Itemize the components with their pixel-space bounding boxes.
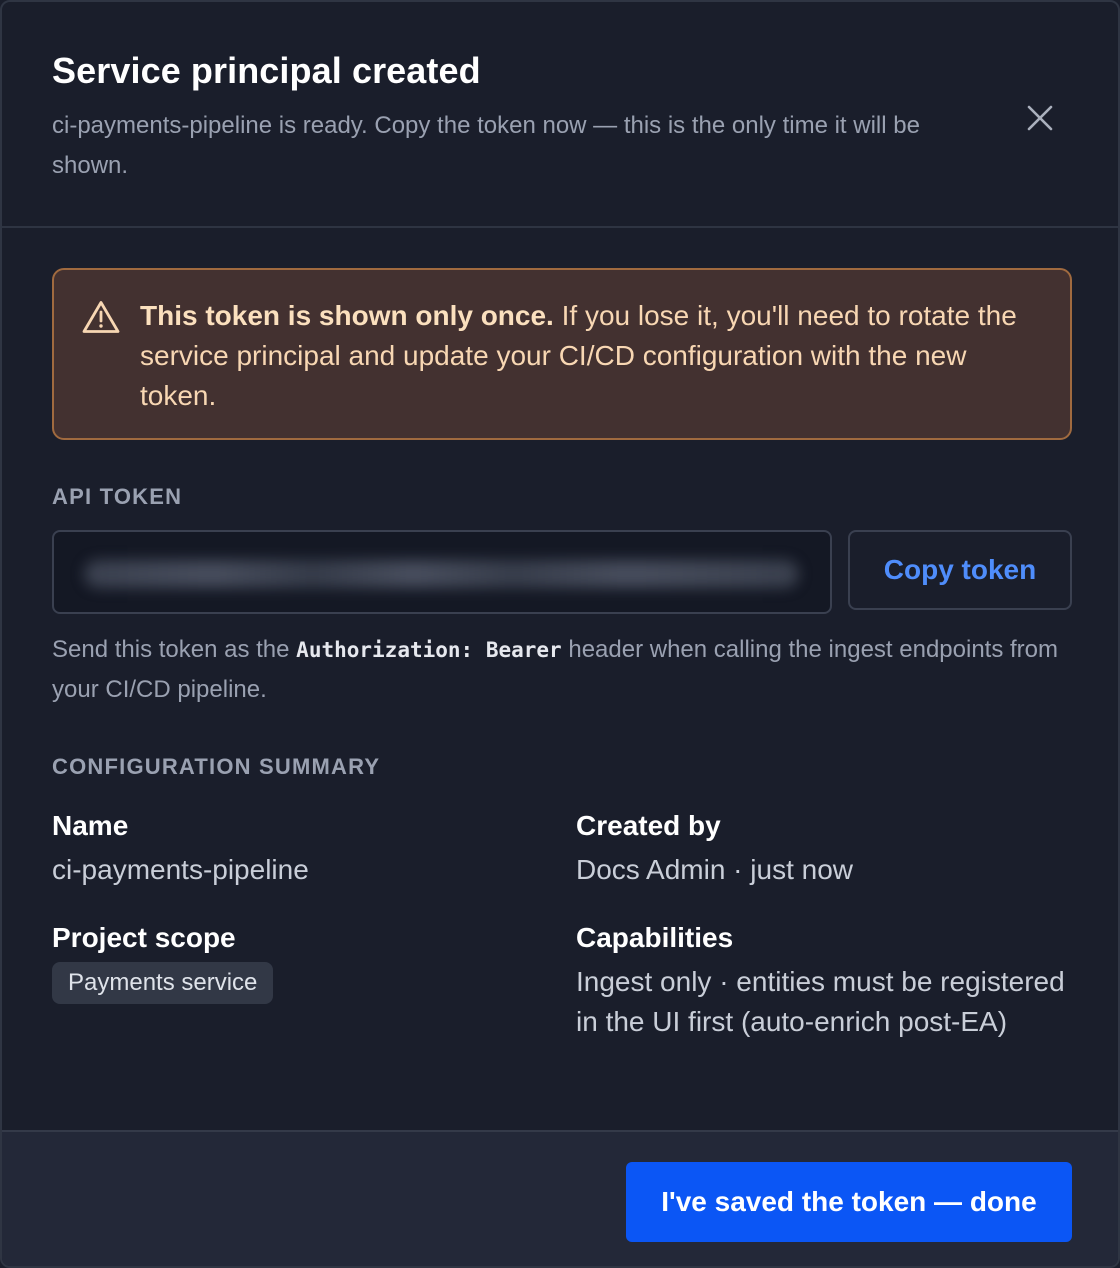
project-scope-chip: Payments service — [52, 962, 274, 1004]
warning-triangle-icon — [82, 301, 120, 333]
warning-strong: This token is shown only once. — [140, 300, 554, 331]
created-by-label: Created by — [576, 810, 721, 841]
close-icon — [1027, 105, 1053, 131]
name-label: Name — [52, 810, 129, 841]
api-token-label: API TOKEN — [52, 484, 183, 509]
api-token-field[interactable]: •••••••••••••••••••••••••••••••••••••••• — [52, 530, 832, 614]
warning-banner: This token is shown only once. If you lo… — [52, 268, 1072, 440]
modal-footer: I've saved the token — done — [2, 1130, 1118, 1266]
configuration-summary-label: CONFIGURATION SUMMARY — [52, 754, 381, 779]
name-value: ci-payments-pipeline — [52, 854, 309, 885]
done-button[interactable]: I've saved the token — done — [626, 1162, 1072, 1242]
capabilities-label: Capabilities — [576, 922, 734, 953]
close-button[interactable] — [1016, 94, 1064, 142]
token-value: •••••••••••••••••••••••••••••••••••••••• — [84, 556, 420, 584]
token-hint: Send this token as the Authorization: Be… — [52, 630, 1082, 710]
modal-subtitle: ci-payments-pipeline is ready. Copy the … — [52, 112, 920, 179]
project-scope-label: Project scope — [52, 922, 236, 953]
warning-text: This token is shown only once. If you lo… — [140, 296, 1040, 416]
copy-token-button[interactable]: Copy token — [848, 530, 1072, 610]
modal-header: Service principal created ci-payments-pi… — [2, 2, 1118, 228]
created-by-value: Docs Admin · just now — [576, 854, 853, 885]
modal-title: Service principal created — [52, 50, 481, 91]
service-principal-modal: Service principal created ci-payments-pi… — [0, 0, 1120, 1268]
hint-before: Send this token as the — [52, 636, 297, 663]
capabilities-value: Ingest only · entities must be registere… — [576, 966, 1065, 1037]
hint-code: Authorization: Bearer — [296, 638, 562, 662]
